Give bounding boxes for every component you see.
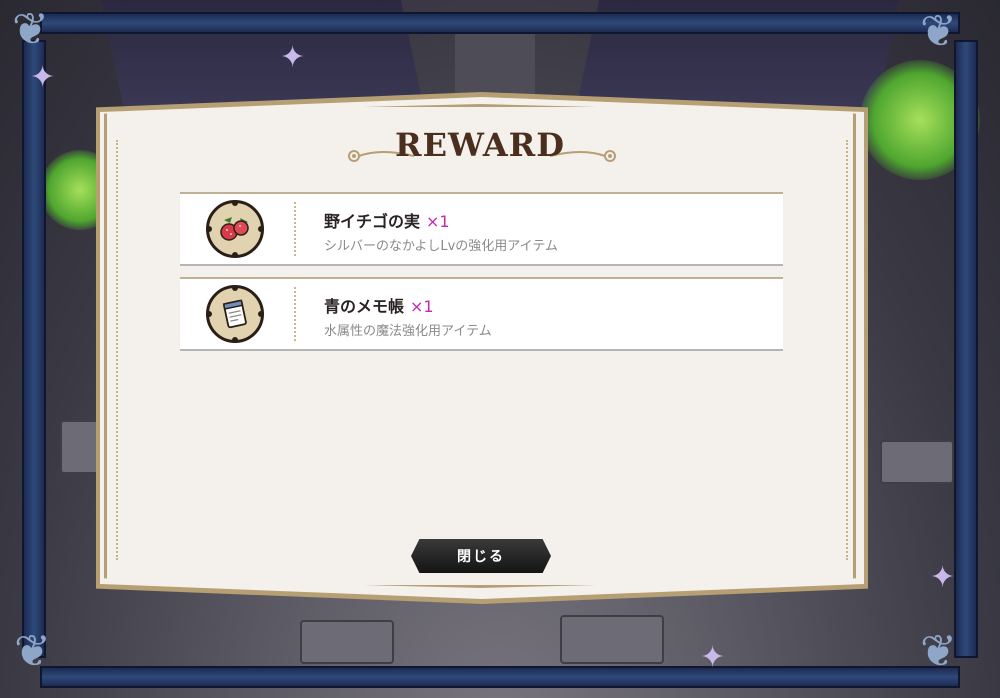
dialog-title-container: REWARD [0, 126, 960, 164]
reward-name: 青のメモ帳 ×1 [324, 293, 434, 317]
close-button[interactable]: 閉じる [411, 539, 551, 573]
icon-frame-dot [232, 252, 238, 258]
blue-notepad-icon [222, 299, 247, 329]
reward-quantity: ×1 [426, 212, 450, 231]
floor-tile [560, 615, 664, 664]
floor-tile [300, 620, 394, 664]
icon-frame-dot [206, 311, 212, 317]
icon-frame-dot [232, 200, 238, 206]
reward-description: 水属性の魔法強化用アイテム [324, 324, 492, 339]
reward-name-text: 青のメモ帳 [324, 297, 405, 316]
row-divider [294, 287, 296, 341]
wild-strawberry-icon [220, 217, 249, 241]
reward-row: 青のメモ帳 ×1 水属性の魔法強化用アイテム [180, 277, 783, 351]
icon-frame-dot [206, 226, 212, 232]
reward-description: シルバーのなかよしLvの強化用アイテム [324, 239, 558, 254]
reward-name: 野イチゴの実 ×1 [324, 208, 450, 232]
row-divider [294, 202, 296, 256]
reward-icon-frame [206, 285, 264, 343]
floor-tile [880, 440, 954, 484]
icon-frame-dot [258, 311, 264, 317]
reward-row: 野イチゴの実 ×1 シルバーのなかよしLvの強化用アイテム [180, 192, 783, 266]
reward-quantity: ×1 [410, 297, 434, 316]
icon-frame-dot [232, 285, 238, 291]
dotted-border-right [846, 140, 848, 560]
icon-frame-dot [232, 337, 238, 343]
dotted-border-left [116, 140, 118, 560]
reward-name-text: 野イチゴの実 [324, 212, 421, 231]
icon-frame-dot [258, 226, 264, 232]
dialog-title: REWARD [394, 126, 566, 164]
reward-icon-frame [206, 200, 264, 258]
